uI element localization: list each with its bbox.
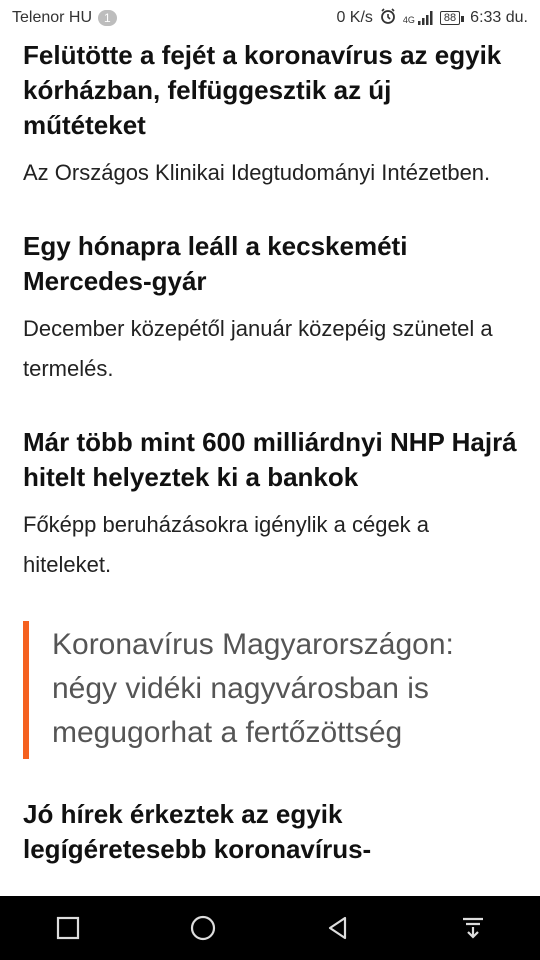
status-bar: Telenor HU 1 0 K/s 4G 88 6:33 du. [0,0,540,36]
carrier-name: Telenor HU [12,9,93,26]
article-lead: Főképp beruházásokra igénylik a cégek a … [23,512,430,577]
article-lead: Az Országos Klinikai Idegtudományi Intéz… [23,160,491,185]
status-right: 0 K/s 4G 88 6:33 du. [336,7,528,30]
article-title[interactable]: Egy hónapra leáll a kecskeméti Mercedes-… [23,229,518,299]
clock: 6:33 du. [470,9,528,26]
alarm-icon [379,7,397,30]
article-item[interactable]: Már több mint 600 milliárdnyi NHP Hajrá … [0,425,540,585]
signal-icon: 4G [403,11,434,25]
square-icon[interactable] [43,903,93,953]
article-title[interactable]: Jó hírek érkeztek az egyik legígéreteseb… [23,797,518,867]
circle-icon[interactable] [178,903,228,953]
article-item[interactable]: Egy hónapra leáll a kecskeméti Mercedes-… [0,229,540,389]
back-triangle-icon[interactable] [313,903,363,953]
status-left: Telenor HU 1 [12,9,117,27]
navigation-bar [0,896,540,960]
article-item[interactable]: Jó hírek érkeztek az egyik legígéreteseb… [0,797,540,867]
battery-icon: 88 [439,11,465,25]
highlight-quote[interactable]: Koronavírus Magyarországon: négy vidéki … [23,621,518,759]
article-title[interactable]: Felütötte a fejét a koronavírus az egyik… [23,38,518,143]
network-type: 4G [402,15,415,25]
notification-pull-icon[interactable] [448,903,498,953]
article-title[interactable]: Már több mint 600 milliárdnyi NHP Hajrá … [23,425,518,495]
article-lead: December közepétől január közepéig szüne… [23,316,493,381]
network-speed: 0 K/s [336,9,373,26]
article-item[interactable]: Felütötte a fejét a koronavírus az egyik… [0,38,540,193]
news-feed[interactable]: Felütötte a fejét a koronavírus az egyik… [0,36,540,896]
notification-count-badge: 1 [98,10,117,26]
